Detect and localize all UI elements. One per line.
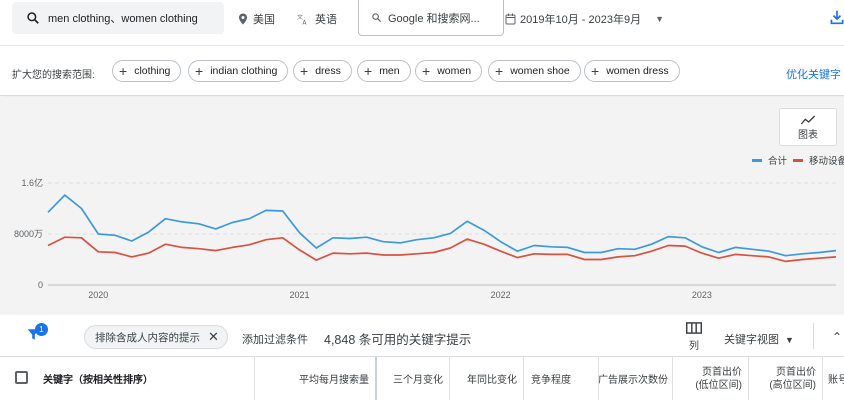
search-network-icon bbox=[372, 13, 382, 23]
add-filter-button[interactable]: 添加过滤条件 bbox=[242, 331, 308, 347]
column-header-three-month-change[interactable]: 三个月变化 bbox=[375, 357, 449, 400]
plus-icon: + bbox=[364, 63, 373, 79]
columns-label: 列 bbox=[689, 341, 699, 352]
y-tick-label: 0 bbox=[38, 280, 43, 290]
calendar-icon bbox=[505, 13, 516, 25]
columns-icon bbox=[686, 322, 702, 334]
series-line-total bbox=[47, 194, 837, 257]
search-volume-chart: 0 8000万 1.6亿 2020 2021 2022 2023 图表 合计 移动设备 bbox=[0, 97, 844, 315]
select-all-checkbox[interactable] bbox=[15, 371, 28, 384]
location-label: 美国 bbox=[253, 14, 275, 26]
x-tick-label: 2021 bbox=[289, 290, 309, 300]
network-selector[interactable]: Google 和搜索网... bbox=[358, 0, 504, 36]
plus-icon: + bbox=[300, 63, 309, 79]
plus-icon: + bbox=[422, 63, 431, 79]
location-selector[interactable]: 美国 bbox=[238, 11, 275, 27]
suggestion-chip-dress[interactable]: + dress bbox=[293, 60, 352, 82]
column-header-keyword[interactable]: 关键字（按相关性排序） bbox=[43, 371, 153, 386]
broaden-search-label: 扩大您的搜索范围: bbox=[12, 70, 95, 81]
filter-count-badge: 1 bbox=[35, 323, 48, 336]
suggestion-chip-women[interactable]: + women bbox=[415, 60, 483, 82]
legend-label-total: 合计 bbox=[768, 156, 788, 167]
download-button[interactable] bbox=[830, 9, 844, 30]
language-label: 英语 bbox=[315, 14, 337, 26]
translate-icon: 文A bbox=[297, 13, 307, 25]
language-selector[interactable]: 文A 英语 bbox=[297, 11, 337, 27]
plus-icon: + bbox=[591, 63, 600, 79]
trend-line-icon bbox=[800, 115, 816, 124]
download-icon bbox=[830, 10, 844, 25]
column-header-top-bid-low[interactable]: 页首出价 (低位区间) bbox=[672, 357, 748, 400]
active-filter-chip[interactable]: 排除含成人内容的提示 ✕ bbox=[84, 325, 228, 349]
legend-item-mobile: 移动设备 bbox=[793, 153, 844, 167]
suggestion-chip-women-dress[interactable]: + women dress bbox=[584, 60, 680, 82]
suggestion-chip-indian-clothing[interactable]: + indian clothing bbox=[188, 60, 289, 82]
column-header-avg-monthly-searches[interactable]: 平均每月搜索量 bbox=[254, 357, 375, 400]
x-tick-label: 2022 bbox=[491, 290, 511, 300]
legend-swatch-mobile bbox=[793, 158, 803, 162]
x-tick-label: 2020 bbox=[88, 290, 108, 300]
keyword-table-header: 关键字（按相关性排序） 平均每月搜索量 三个月变化 年同比变化 竞争程度 广告展… bbox=[0, 357, 844, 400]
columns-button[interactable]: 列 bbox=[686, 322, 702, 352]
plus-icon: + bbox=[119, 63, 128, 79]
column-header-top-bid-high[interactable]: 页首出价 (高位区间) bbox=[748, 357, 822, 400]
result-count: 4,848 条可用的关键字提示 bbox=[324, 333, 472, 347]
plus-icon: + bbox=[495, 63, 504, 79]
legend-item-total: 合计 bbox=[752, 153, 787, 167]
top-toolbar: men clothing、women clothing 美国 文A 英语 Goo… bbox=[0, 0, 844, 46]
search-icon bbox=[27, 12, 39, 24]
keyword-view-label: 关键字视图 bbox=[724, 334, 779, 346]
suggestion-chip-women-shoe[interactable]: + women shoe bbox=[488, 60, 581, 82]
search-input[interactable]: men clothing、women clothing bbox=[12, 2, 224, 34]
date-range-selector[interactable]: 2019年10月 - 2023年9月 ▼ bbox=[505, 11, 664, 27]
optimize-keywords-link[interactable]: 优化关键字 bbox=[786, 66, 841, 82]
y-tick-label: 8000万 bbox=[14, 229, 43, 239]
column-header-ad-impression-share[interactable]: 广告展示次数份 bbox=[598, 357, 672, 400]
plus-icon: + bbox=[195, 63, 204, 79]
y-tick-label: 1.6亿 bbox=[21, 177, 43, 188]
divider bbox=[813, 323, 814, 349]
collapse-icon[interactable]: ⌃ bbox=[832, 330, 842, 344]
chart-type-button[interactable]: 图表 bbox=[779, 108, 837, 146]
search-query: men clothing、women clothing bbox=[48, 13, 198, 25]
legend-label-mobile: 移动设备 bbox=[809, 156, 844, 167]
chevron-down-icon: ▼ bbox=[655, 14, 664, 24]
active-filter-label: 排除含成人内容的提示 bbox=[95, 331, 200, 344]
trend-chart-svg: 0 8000万 1.6亿 2020 2021 2022 2023 bbox=[14, 177, 837, 300]
chevron-down-icon: ▼ bbox=[785, 335, 794, 345]
suggestion-chip-men[interactable]: + men bbox=[357, 60, 411, 82]
filter-bar: 1 排除含成人内容的提示 ✕ 添加过滤条件 4,848 条可用的关键字提示 列 … bbox=[0, 315, 844, 357]
chart-button-label: 图表 bbox=[798, 129, 818, 141]
location-pin-icon bbox=[239, 13, 247, 25]
x-tick-label: 2023 bbox=[692, 290, 712, 300]
keyword-view-selector[interactable]: 关键字视图 ▼ bbox=[724, 331, 794, 347]
series-line-mobile bbox=[47, 236, 837, 263]
close-icon[interactable]: ✕ bbox=[208, 329, 219, 345]
column-header-competition[interactable]: 竞争程度 bbox=[523, 357, 598, 400]
broaden-search-bar: 扩大您的搜索范围: + clothing + indian clothing + dr… bbox=[0, 46, 844, 96]
suggestion-chip-clothing[interactable]: + clothing bbox=[112, 60, 182, 82]
svg-text:A: A bbox=[302, 19, 307, 25]
date-range-label: 2019年10月 - 2023年9月 bbox=[520, 14, 642, 26]
network-label: Google 和搜索网... bbox=[388, 12, 480, 25]
legend-swatch-total bbox=[752, 158, 762, 162]
column-header-account[interactable]: 账号 bbox=[822, 357, 844, 400]
column-header-yoy-change[interactable]: 年同比变化 bbox=[449, 357, 523, 400]
